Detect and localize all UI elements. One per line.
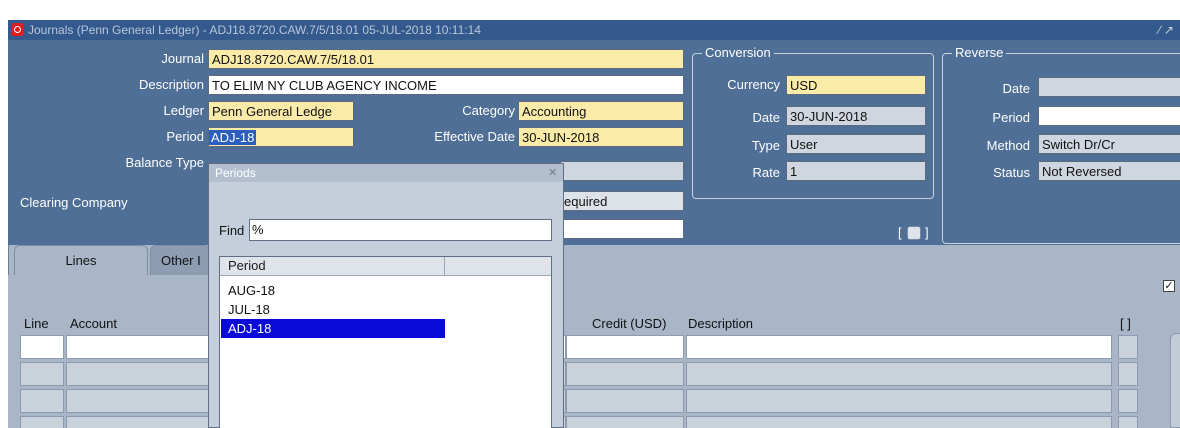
find-label: Find bbox=[219, 223, 245, 238]
category-label: Category bbox=[462, 103, 515, 118]
col-header-description: Description bbox=[688, 316, 754, 331]
currency-label: Currency bbox=[727, 77, 780, 92]
ledger-field[interactable]: Penn General Ledge bbox=[208, 101, 354, 121]
periods-popup-title: Periods bbox=[215, 166, 256, 180]
row-flex-cell[interactable] bbox=[1118, 335, 1138, 359]
conversion-rate-label: Rate bbox=[752, 165, 780, 180]
tab-other-info[interactable]: Other I bbox=[150, 245, 210, 275]
line-number-cell[interactable] bbox=[20, 362, 64, 386]
col-header-credit: Credit (USD) bbox=[592, 316, 667, 331]
period-option-jul-18[interactable]: JUL-18 bbox=[221, 300, 445, 319]
credit-cell[interactable] bbox=[566, 362, 684, 386]
reverse-method-field[interactable]: Switch Dr/Cr bbox=[1038, 134, 1180, 154]
reverse-period-field[interactable] bbox=[1038, 106, 1180, 126]
line-number-cell[interactable] bbox=[20, 335, 64, 359]
journal-label: Journal bbox=[161, 51, 204, 66]
col-header-flex: [ ] bbox=[1120, 316, 1131, 331]
dff-bracket-left: [ bbox=[898, 225, 902, 240]
journal-field[interactable]: ADJ18.8720.CAW.7/5/18.01 bbox=[208, 49, 684, 69]
reverse-status-field[interactable]: Not Reversed bbox=[1038, 161, 1180, 181]
reverse-method-label: Method bbox=[986, 138, 1030, 153]
reverse-period-label: Period bbox=[992, 110, 1030, 125]
close-icon[interactable]: × bbox=[548, 164, 557, 182]
partial-field[interactable]: equired bbox=[560, 191, 684, 211]
row-flex-cell[interactable] bbox=[1118, 416, 1138, 428]
window-title: Journals (Penn General Ledger) - ADJ18.8… bbox=[28, 23, 481, 37]
currency-field[interactable]: USD bbox=[786, 75, 926, 95]
period-field-selected-text: ADJ-18 bbox=[209, 130, 257, 145]
balance-type-right-field bbox=[560, 161, 684, 181]
category-field[interactable]: Accounting bbox=[518, 101, 684, 121]
credit-cell[interactable] bbox=[566, 416, 684, 428]
row-flex-cell[interactable] bbox=[1118, 389, 1138, 413]
clearing-company-label: Clearing Company bbox=[20, 195, 128, 210]
conversion-type-field[interactable]: User bbox=[786, 134, 926, 154]
credit-cell[interactable] bbox=[566, 335, 684, 359]
effective-date-field[interactable]: 30-JUN-2018 bbox=[518, 127, 684, 147]
oracle-icon bbox=[11, 23, 24, 36]
checkbox-checked-icon[interactable]: ✓ bbox=[1163, 280, 1175, 292]
periods-list: Period AUG-18 JUL-18 ADJ-18 bbox=[219, 256, 552, 428]
period-option-aug-18[interactable]: AUG-18 bbox=[221, 281, 445, 300]
dff-bracket-right: ] bbox=[925, 225, 929, 240]
periods-popup-title-bar: Periods × bbox=[209, 164, 563, 182]
description-cell[interactable] bbox=[686, 362, 1112, 386]
row-flex-cell[interactable] bbox=[1118, 362, 1138, 386]
reverse-group-title: Reverse bbox=[952, 45, 1007, 61]
line-number-cell[interactable] bbox=[20, 389, 64, 413]
column-divider bbox=[444, 257, 445, 275]
period-column-header: Period bbox=[228, 258, 266, 273]
conversion-date-label: Date bbox=[752, 110, 780, 125]
window-controls-icon[interactable]: ⁄ ↗ bbox=[1159, 20, 1174, 40]
reverse-date-label: Date bbox=[1002, 81, 1030, 96]
description-cell[interactable] bbox=[686, 389, 1112, 413]
balance-type-label: Balance Type bbox=[125, 155, 204, 170]
conversion-rate-field[interactable]: 1 bbox=[786, 161, 926, 181]
find-input[interactable]: % bbox=[249, 219, 552, 241]
periods-popup: Periods × Find % Period AUG-18 JUL-18 AD… bbox=[208, 163, 564, 428]
period-option-adj-18[interactable]: ADJ-18 bbox=[221, 319, 445, 338]
vertical-scrollbar[interactable] bbox=[1170, 333, 1180, 428]
line-number-cell[interactable] bbox=[20, 416, 64, 428]
col-header-line: Line bbox=[24, 316, 49, 331]
description-cell[interactable] bbox=[686, 416, 1112, 428]
description-cell[interactable] bbox=[686, 335, 1112, 359]
credit-cell[interactable] bbox=[566, 389, 684, 413]
window-title-bar: Journals (Penn General Ledger) - ADJ18.8… bbox=[8, 20, 1180, 40]
period-field[interactable]: ADJ-18 bbox=[208, 127, 354, 147]
reverse-status-label: Status bbox=[993, 165, 1030, 180]
dff-button[interactable]: [ ] bbox=[898, 223, 934, 243]
tab-lines[interactable]: Lines bbox=[14, 245, 148, 276]
description-label: Description bbox=[138, 77, 204, 92]
description-field[interactable]: TO ELIM NY CLUB AGENCY INCOME bbox=[208, 75, 684, 95]
col-header-account: Account bbox=[70, 316, 117, 331]
conversion-group-title: Conversion bbox=[702, 45, 774, 61]
ledger-label: Ledger bbox=[163, 103, 204, 118]
conversion-date-field[interactable]: 30-JUN-2018 bbox=[786, 106, 926, 126]
effective-date-label: Effective Date bbox=[434, 129, 515, 144]
hidden-field-below[interactable] bbox=[560, 219, 684, 239]
conversion-type-label: Type bbox=[751, 138, 780, 153]
reverse-date-field[interactable] bbox=[1038, 77, 1180, 97]
dff-button-face bbox=[907, 226, 921, 240]
periods-list-header[interactable]: Period bbox=[220, 257, 551, 276]
period-label: Period bbox=[166, 129, 204, 144]
